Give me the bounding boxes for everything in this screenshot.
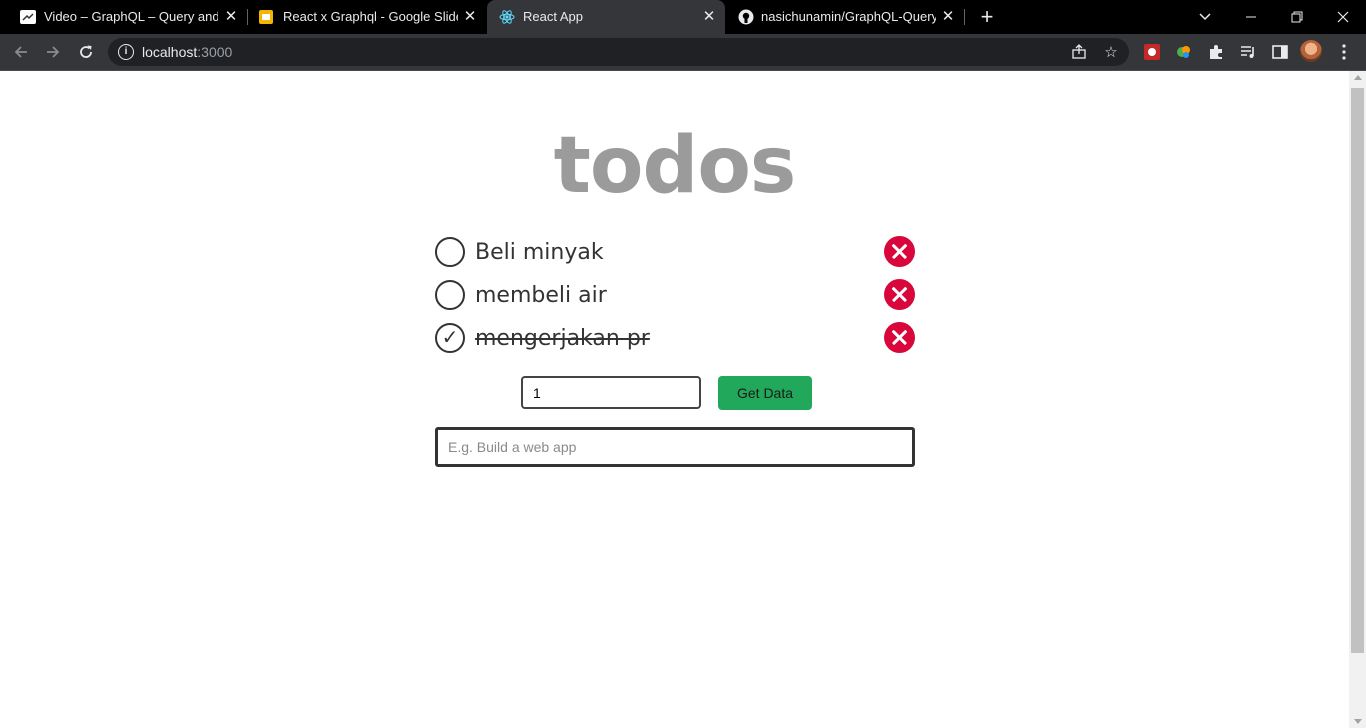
minimize-button[interactable]: [1228, 0, 1274, 34]
todo-toggle-checkbox[interactable]: ✓: [435, 323, 465, 353]
delete-todo-button[interactable]: [884, 236, 915, 267]
arrow-right-icon: [47, 46, 60, 58]
react-favicon-icon: [499, 10, 515, 24]
close-icon: [1337, 11, 1349, 23]
chevron-down-icon: [1199, 13, 1211, 21]
arrow-left-icon: [14, 46, 27, 58]
get-data-button[interactable]: Get Data: [718, 376, 812, 410]
page-content: todos Beli minyak membeli air ✓ mengerja…: [0, 71, 1349, 728]
back-button[interactable]: [9, 40, 33, 64]
share-icon[interactable]: [1070, 44, 1088, 62]
tab-title: Video – GraphQL – Query and Ap: [44, 9, 218, 24]
minimize-icon: [1246, 16, 1256, 18]
media-playlist-icon[interactable]: [1239, 43, 1257, 61]
site-info-icon[interactable]: i: [118, 44, 134, 60]
restore-icon: [1291, 11, 1303, 23]
close-tab-icon[interactable]: ✕: [461, 8, 479, 26]
checkmark-icon: ✓: [441, 327, 459, 349]
tab-search-button[interactable]: [1182, 0, 1228, 34]
tab-github[interactable]: nasichunamin/GraphQL-Query-a ✕: [726, 0, 964, 34]
delete-todo-button[interactable]: [884, 279, 915, 310]
tab-google-slides[interactable]: React x Graphql - Google Slides ✕: [248, 0, 486, 34]
restore-button[interactable]: [1274, 0, 1320, 34]
tab-title: React App: [523, 9, 583, 24]
url-host: localhost: [142, 44, 198, 60]
browser-tab-strip: Video – GraphQL – Query and Ap ✕ React x…: [0, 0, 1366, 34]
todo-item-completed: ✓ mengerjakan pr: [435, 322, 915, 356]
close-window-button[interactable]: [1320, 0, 1366, 34]
todo-label[interactable]: mengerjakan pr: [475, 324, 650, 354]
tab-separator: [964, 9, 965, 25]
todo-label[interactable]: membeli air: [475, 281, 607, 311]
google-slides-favicon-icon: [259, 10, 273, 24]
extension-red-icon[interactable]: [1143, 43, 1161, 61]
close-tab-icon[interactable]: ✕: [700, 8, 718, 26]
extensions-puzzle-icon[interactable]: [1207, 43, 1225, 61]
url-text[interactable]: localhost:3000: [142, 44, 232, 60]
forward-button[interactable]: [41, 40, 65, 64]
side-panel-icon[interactable]: [1271, 43, 1289, 61]
tab-react-app[interactable]: React App ✕: [487, 0, 725, 34]
todo-label[interactable]: Beli minyak: [475, 238, 604, 268]
reload-button[interactable]: [74, 40, 98, 64]
new-todo-input[interactable]: [435, 427, 915, 467]
todo-item: Beli minyak: [435, 236, 915, 270]
todo-toggle-checkbox[interactable]: [435, 280, 465, 310]
browser-toolbar: i localhost:3000 ☆: [0, 34, 1366, 71]
new-tab-button[interactable]: +: [976, 6, 998, 28]
scroll-thumb[interactable]: [1351, 88, 1364, 653]
reload-icon: [80, 45, 92, 58]
more-options-icon[interactable]: [1335, 43, 1353, 61]
extension-color-icon[interactable]: [1175, 43, 1193, 61]
app-title: todos: [553, 121, 797, 211]
profile-avatar[interactable]: [1300, 40, 1322, 62]
url-port: :3000: [197, 44, 233, 60]
tab-title: React x Graphql - Google Slides: [283, 9, 458, 24]
close-tab-icon[interactable]: ✕: [222, 8, 240, 26]
todo-id-input[interactable]: [521, 376, 701, 409]
scroll-down-arrow-icon[interactable]: [1354, 719, 1362, 724]
close-tab-icon[interactable]: ✕: [939, 8, 957, 26]
delete-todo-button[interactable]: [884, 322, 915, 353]
bookmark-star-icon[interactable]: ☆: [1102, 44, 1120, 62]
tab-video-graphql[interactable]: Video – GraphQL – Query and Ap ✕: [8, 0, 248, 34]
video-favicon-icon: [20, 10, 36, 24]
address-bar[interactable]: i localhost:3000 ☆: [108, 38, 1129, 66]
todo-toggle-checkbox[interactable]: [435, 237, 465, 267]
scroll-up-arrow-icon[interactable]: [1354, 75, 1362, 80]
page-scrollbar[interactable]: [1349, 71, 1366, 728]
todo-item: membeli air: [435, 279, 915, 313]
github-favicon-icon: [738, 9, 754, 25]
tab-title: nasichunamin/GraphQL-Query-a: [761, 9, 936, 24]
